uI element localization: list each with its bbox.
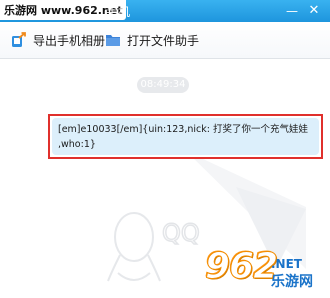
qq-logo-text: QQ <box>162 219 200 247</box>
message-timestamp: 08:49:34 <box>137 77 189 93</box>
watermark-domain: .NET <box>271 257 302 271</box>
toolbar: 导出手机相册 打开文件助手 <box>0 22 330 59</box>
watermark-number: 962 <box>204 246 278 288</box>
message-highlight-frame: [em]e10033[/em]{uin:123,nick: 打奖了你一个充气娃娃… <box>48 114 323 159</box>
message-bubble[interactable]: [em]e10033[/em]{uin:123,nick: 打奖了你一个充气娃娃… <box>52 118 319 155</box>
export-album-label: 导出手机相册 <box>33 33 106 48</box>
qq-text-outline: QQ <box>161 218 200 247</box>
title-bar: 乐游网 www.962.net 手机 — ✕ <box>0 0 330 22</box>
open-file-assistant-button[interactable]: 打开文件助手 <box>105 30 199 50</box>
watermark-logo: 962 .NET 乐游网 <box>204 246 327 293</box>
chat-area: QQ 08:49:34 [em]e10033[/em]{uin:123,nick… <box>0 59 330 298</box>
folder-icon <box>106 35 120 46</box>
close-button[interactable]: ✕ <box>304 2 324 20</box>
minimize-button[interactable]: — <box>282 2 302 20</box>
window-title: 手机 <box>106 5 131 19</box>
phone-export-icon <box>12 32 26 47</box>
watermark-name: 乐游网 <box>271 274 313 290</box>
open-file-assistant-label: 打开文件助手 <box>127 33 200 48</box>
message-text-line-1: [em]e10033[/em]{uin:123,nick: 打奖了你一个充气娃娃 <box>58 124 308 135</box>
export-album-button[interactable]: 导出手机相册 <box>11 30 105 50</box>
message-text-line-2: ,who:1} <box>58 139 96 150</box>
